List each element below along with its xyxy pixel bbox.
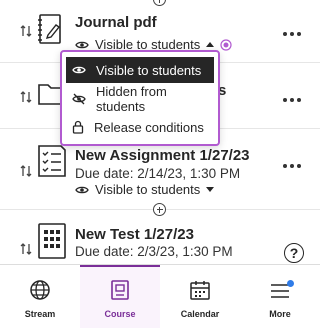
tab-course[interactable]: Course <box>80 265 160 328</box>
reorder-handle-icon[interactable] <box>19 242 33 256</box>
visibility-label: Visible to students <box>95 182 201 197</box>
menu-item-visible[interactable]: Visible to students <box>66 57 214 83</box>
due-date: Due date: 2/3/23, 1:30 PM <box>75 244 233 259</box>
help-button[interactable]: ? <box>284 243 304 263</box>
item-title[interactable]: Journal pdf <box>75 14 157 31</box>
eye-icon <box>75 41 89 48</box>
caret-down-icon <box>206 187 215 192</box>
eye-icon <box>75 186 89 193</box>
menu-item-label: Hidden from students <box>96 84 167 114</box>
lock-icon <box>72 120 84 134</box>
menu-item-release-conditions[interactable]: Release conditions <box>66 114 214 140</box>
tab-label: Course <box>104 309 136 319</box>
tab-label: More <box>269 309 291 319</box>
calendar-icon <box>190 281 210 300</box>
assignment-icon <box>38 145 66 177</box>
tab-label: Stream <box>24 309 56 319</box>
focus-indicator-icon <box>220 38 232 51</box>
globe-icon <box>30 280 50 300</box>
notification-badge <box>287 280 294 287</box>
visibility-menu: Visible to students Hidden from students… <box>60 50 220 146</box>
item-title[interactable]: New Test 1/27/23 <box>75 226 194 243</box>
more-options-button[interactable] <box>283 32 301 36</box>
due-date: Due date: 2/14/23, 1:30 PM <box>75 166 241 181</box>
more-options-button[interactable] <box>283 98 301 102</box>
caret-up-icon <box>206 42 215 47</box>
eye-icon <box>72 66 86 74</box>
tab-calendar[interactable]: Calendar <box>160 265 240 328</box>
tab-label: Calendar <box>180 309 220 319</box>
menu-item-hidden[interactable]: Hidden from students <box>66 84 214 114</box>
tab-stream[interactable]: Stream <box>0 265 80 328</box>
reorder-handle-icon[interactable] <box>19 24 33 38</box>
menu-item-label: Release conditions <box>94 119 204 135</box>
reorder-handle-icon[interactable] <box>19 90 33 104</box>
tab-more[interactable]: More <box>240 265 320 328</box>
journal-icon <box>38 14 61 44</box>
reorder-handle-icon[interactable] <box>19 164 33 178</box>
eye-slash-icon <box>72 93 86 105</box>
book-icon <box>111 280 129 300</box>
menu-item-label: Visible to students <box>96 62 202 78</box>
bottom-nav: Stream Course Calendar More <box>0 264 320 328</box>
item-title[interactable]: New Assignment 1/27/23 <box>75 147 250 164</box>
visibility-dropdown[interactable]: Visible to students <box>75 182 215 197</box>
more-options-button[interactable] <box>283 164 301 168</box>
test-icon <box>38 223 66 259</box>
add-content-button-top[interactable] <box>153 0 166 6</box>
add-content-button[interactable] <box>153 203 166 216</box>
help-label: ? <box>289 245 299 261</box>
